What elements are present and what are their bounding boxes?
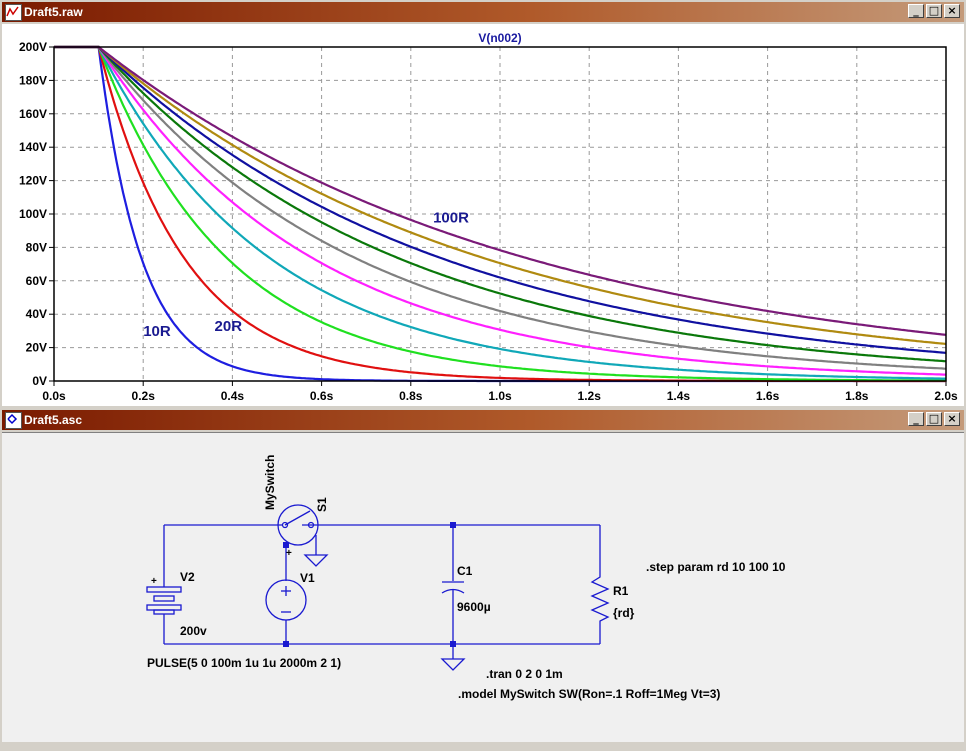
pulse-spec-label[interactable]: PULSE(5 0 100m 1u 1u 2000m 2 1): [147, 656, 341, 670]
switch-model-label: MySwitch: [263, 455, 277, 510]
x-tick-label: 1.0s: [488, 389, 512, 403]
x-tick-label: 2.0s: [934, 389, 958, 403]
schematic-drawing: MySwitch S1 V1 + V2 + 200v C1 9600µ R1 {…: [146, 455, 786, 701]
x-tick-label: 1.6s: [756, 389, 780, 403]
y-tick-label: 0V: [32, 374, 47, 388]
junction-dot: [450, 522, 456, 528]
maximize-button[interactable]: □: [926, 4, 942, 18]
x-tick-label: 0.2s: [132, 389, 156, 403]
y-tick-label: 60V: [26, 274, 47, 288]
junction-dot: [450, 641, 456, 647]
y-tick-label: 20V: [26, 341, 47, 355]
y-tick-label: 100V: [19, 207, 47, 221]
y-tick-label: 160V: [19, 107, 47, 121]
x-tick-label: 0.0s: [42, 389, 66, 403]
c1-value-label: 9600µ: [457, 600, 491, 614]
chart-title: V(n002): [478, 31, 521, 45]
c1-name-label: C1: [457, 564, 473, 578]
source-v2[interactable]: [146, 586, 182, 615]
schematic-window-titlebar[interactable]: Draft5.asc _ □ ×: [2, 410, 964, 430]
ground-symbol[interactable]: [303, 554, 329, 567]
y-tick-label: 180V: [19, 73, 47, 87]
junction-dot: [283, 641, 289, 647]
r1-name-label: R1: [613, 584, 629, 598]
waveform-icon: [5, 4, 22, 21]
plot-window-title: Draft5.raw: [24, 5, 83, 19]
curve-annotation: 100R: [433, 209, 469, 226]
ground-symbol[interactable]: [440, 658, 466, 671]
v2-plus-sign: +: [151, 576, 157, 587]
r1-value-label: {rd}: [613, 606, 635, 620]
minimize-button[interactable]: _: [908, 412, 924, 426]
x-tick-label: 1.2s: [578, 389, 602, 403]
y-tick-label: 200V: [19, 40, 47, 54]
x-tick-label: 1.4s: [667, 389, 691, 403]
plot-window: Draft5.raw _ □ × 0.0s 0.2s 0.4s 0.6s 0.8s 1.0…: [0, 0, 966, 408]
schematic-icon: [5, 412, 22, 429]
resistor-r1[interactable]: [590, 525, 610, 644]
schematic-pane[interactable]: MySwitch S1 V1 + V2 + 200v C1 9600µ R1 {…: [2, 432, 964, 742]
v1-plus-sign: +: [286, 548, 292, 559]
close-button[interactable]: ×: [944, 412, 960, 426]
waveform-chart: 0.0s 0.2s 0.4s 0.6s 0.8s 1.0s 1.2s 1.4s 1.6s 1.8s…: [19, 31, 958, 403]
x-tick-label: 0.4s: [221, 389, 245, 403]
close-button[interactable]: ×: [944, 4, 960, 18]
tran-directive[interactable]: .tran 0 2 0 1m: [486, 667, 563, 681]
x-tick-label: 1.8s: [845, 389, 869, 403]
x-tick-label: 0.6s: [310, 389, 334, 403]
switch-name-label: S1: [315, 497, 329, 512]
v2-name-label: V2: [180, 570, 195, 584]
curve-annotation: 10R: [143, 323, 171, 340]
y-tick-label: 40V: [26, 307, 47, 321]
y-tick-label: 120V: [19, 174, 47, 188]
minimize-button[interactable]: _: [908, 4, 924, 18]
schematic-window: Draft5.asc _ □ × MySwitch S1 V1 + V2 + 2…: [0, 408, 966, 744]
plot-window-titlebar[interactable]: Draft5.raw _ □ ×: [2, 2, 964, 22]
schematic-window-title: Draft5.asc: [24, 413, 83, 427]
curve-annotation: 20R: [215, 318, 243, 335]
series-line-rd-90: [54, 45, 947, 346]
model-directive[interactable]: .model MySwitch SW(Ron=.1 Roff=1Meg Vt=3…: [458, 687, 720, 701]
v2-value-label: 200v: [180, 624, 207, 638]
plot-pane[interactable]: 0.0s 0.2s 0.4s 0.6s 0.8s 1.0s 1.2s 1.4s 1.6s 1.8s…: [2, 24, 964, 406]
maximize-button[interactable]: □: [926, 412, 942, 426]
step-directive[interactable]: .step param rd 10 100 10: [646, 560, 786, 574]
y-tick-label: 80V: [26, 240, 47, 254]
v1-name-label: V1: [300, 571, 315, 585]
x-tick-label: 0.8s: [399, 389, 423, 403]
y-tick-label: 140V: [19, 140, 47, 154]
